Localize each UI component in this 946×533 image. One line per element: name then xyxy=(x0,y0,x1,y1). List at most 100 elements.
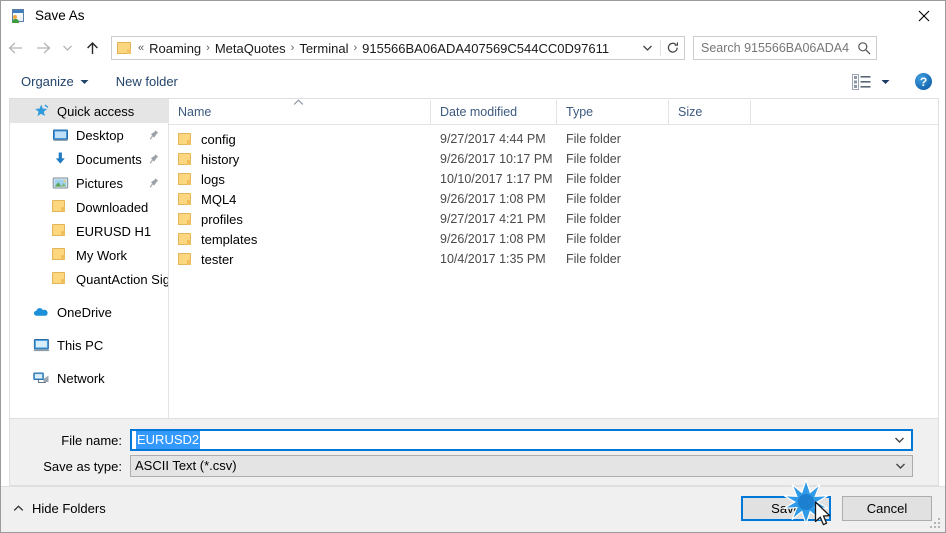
file-name-input[interactable]: EURUSD2 xyxy=(130,429,913,451)
address-dropdown-button[interactable] xyxy=(636,37,658,59)
breadcrumb-address-bar[interactable]: « Roaming › MetaQuotes › Terminal › 9155… xyxy=(111,36,685,60)
file-name-cell: logs xyxy=(169,172,431,187)
column-header-date-modified[interactable]: Date modified xyxy=(431,100,557,124)
sidebar-item-downloaded[interactable]: Downloaded xyxy=(10,195,168,219)
file-list[interactable]: Name Date modified Type Size config 9/27… xyxy=(169,99,938,418)
window-title: Save As xyxy=(35,8,85,23)
help-button[interactable]: ? xyxy=(915,73,932,90)
file-name-label: File name: xyxy=(61,432,122,448)
column-header-name[interactable]: Name xyxy=(169,99,431,124)
table-row[interactable]: profiles 9/27/2017 4:21 PM File folder xyxy=(169,209,938,229)
breadcrumb-item-terminal[interactable]: Terminal xyxy=(299,41,348,56)
chevron-down-icon[interactable] xyxy=(895,456,906,476)
file-name-label: tester xyxy=(201,251,234,267)
sidebar-item-desktop[interactable]: Desktop xyxy=(10,123,168,147)
sidebar-item-network[interactable]: Network xyxy=(10,366,168,390)
forward-button[interactable] xyxy=(29,33,57,63)
search-input[interactable]: Search 915566BA06ADA40756... xyxy=(701,41,849,55)
save-as-type-select[interactable]: ASCII Text (*.csv) xyxy=(130,455,913,477)
breadcrumb-item-roaming[interactable]: Roaming xyxy=(149,41,201,56)
chevron-down-icon xyxy=(642,45,652,51)
new-folder-label: New folder xyxy=(115,74,178,89)
sidebar-item-eurusd-h1[interactable]: EURUSD H1 xyxy=(10,219,168,243)
sidebar-item-this-pc[interactable]: This PC xyxy=(10,333,168,357)
file-name-row: File name: EURUSD2 xyxy=(10,429,913,451)
sidebar-item-quantaction-signal[interactable]: QuantAction Signal xyxy=(10,267,168,291)
view-layout-icon xyxy=(852,73,872,90)
hide-folders-button[interactable]: Hide Folders xyxy=(13,499,106,517)
table-row[interactable]: config 9/27/2017 4:44 PM File folder xyxy=(169,129,938,149)
arrow-right-icon xyxy=(36,42,50,54)
table-row[interactable]: MQL4 9/26/2017 1:08 PM File folder xyxy=(169,189,938,209)
sidebar-item-label: Network xyxy=(57,370,105,386)
column-header-label: Date modified xyxy=(440,105,518,119)
breadcrumb-overflow[interactable]: « xyxy=(138,42,144,54)
search-box[interactable]: Search 915566BA06ADA40756... xyxy=(693,36,877,60)
caret-up-icon xyxy=(13,499,24,517)
folder-icon xyxy=(178,212,193,226)
star-pin-icon xyxy=(33,103,50,119)
table-row[interactable]: templates 9/26/2017 1:08 PM File folder xyxy=(169,229,938,249)
folder-icon xyxy=(52,199,69,215)
file-name-cell: tester xyxy=(169,252,431,267)
sidebar-item-quick-access[interactable]: Quick access xyxy=(10,99,168,123)
navigation-sidebar[interactable]: Quick access Desktop Documents Pictures … xyxy=(10,99,168,417)
hide-folders-label: Hide Folders xyxy=(32,500,106,516)
help-label: ? xyxy=(919,74,928,89)
pin-icon[interactable] xyxy=(149,178,159,189)
sidebar-item-label: Quick access xyxy=(57,103,135,119)
up-one-level-button[interactable] xyxy=(79,33,105,63)
table-row[interactable]: logs 10/10/2017 1:17 PM File folder xyxy=(169,169,938,189)
organize-button[interactable]: Organize xyxy=(14,70,96,94)
change-view-button[interactable] xyxy=(845,70,897,94)
column-header-label: Name xyxy=(178,105,212,119)
desktop-icon xyxy=(52,127,69,143)
command-bar: Organize New folder ? xyxy=(1,65,945,98)
title-bar: Save As xyxy=(1,1,945,31)
arrow-left-icon xyxy=(8,42,22,54)
table-row[interactable]: tester 10/4/2017 1:35 PM File folder xyxy=(169,249,938,269)
breadcrumb-separator[interactable]: › xyxy=(206,42,210,54)
sidebar-item-onedrive[interactable]: OneDrive xyxy=(10,300,168,324)
cancel-button[interactable]: Cancel xyxy=(842,496,932,521)
sidebar-item-label: Pictures xyxy=(76,175,123,191)
table-row[interactable]: history 9/26/2017 10:17 PM File folder xyxy=(169,149,938,169)
column-header-type[interactable]: Type xyxy=(557,100,669,124)
pin-icon[interactable] xyxy=(149,130,159,141)
save-button[interactable]: Save xyxy=(741,496,831,521)
back-button[interactable] xyxy=(1,33,29,63)
column-header-size[interactable]: Size xyxy=(669,100,751,124)
file-date-cell: 10/10/2017 1:17 PM xyxy=(440,172,553,186)
breadcrumb-item-metaquotes[interactable]: MetaQuotes xyxy=(215,41,286,56)
file-date-cell: 9/27/2017 4:21 PM xyxy=(440,212,546,226)
folder-icon xyxy=(178,232,193,246)
close-button[interactable] xyxy=(901,1,945,31)
folder-icon xyxy=(178,192,193,206)
main-content-area: Quick access Desktop Documents Pictures … xyxy=(9,98,939,418)
file-date-cell: 9/26/2017 1:08 PM xyxy=(440,192,546,206)
breadcrumb-separator[interactable]: › xyxy=(291,42,295,54)
file-type-cell: File folder xyxy=(566,192,621,206)
sidebar-item-pictures[interactable]: Pictures xyxy=(10,171,168,195)
file-list-rows: config 9/27/2017 4:44 PM File folder his… xyxy=(169,125,938,269)
file-name-value[interactable]: EURUSD2 xyxy=(136,431,201,449)
resize-grip-icon[interactable] xyxy=(930,518,943,531)
sidebar-item-label: Downloaded xyxy=(76,199,149,215)
sidebar-item-documents[interactable]: Documents xyxy=(10,147,168,171)
new-folder-button[interactable]: New folder xyxy=(109,70,185,94)
refresh-button[interactable] xyxy=(661,37,684,59)
folder-icon xyxy=(52,223,69,239)
file-name-cell: history xyxy=(169,152,431,167)
file-name-cell: MQL4 xyxy=(169,192,431,207)
this-pc-icon xyxy=(33,337,50,353)
file-name-cell: config xyxy=(169,132,431,147)
file-type-cell: File folder xyxy=(566,212,621,226)
chevron-down-icon[interactable] xyxy=(894,431,905,449)
recent-locations-button[interactable] xyxy=(57,33,77,63)
file-name-label: profiles xyxy=(201,211,243,227)
sidebar-item-my-work[interactable]: My Work xyxy=(10,243,168,267)
breadcrumb-separator[interactable]: › xyxy=(353,42,357,54)
organize-label: Organize xyxy=(21,74,74,89)
pin-icon[interactable] xyxy=(149,154,159,165)
